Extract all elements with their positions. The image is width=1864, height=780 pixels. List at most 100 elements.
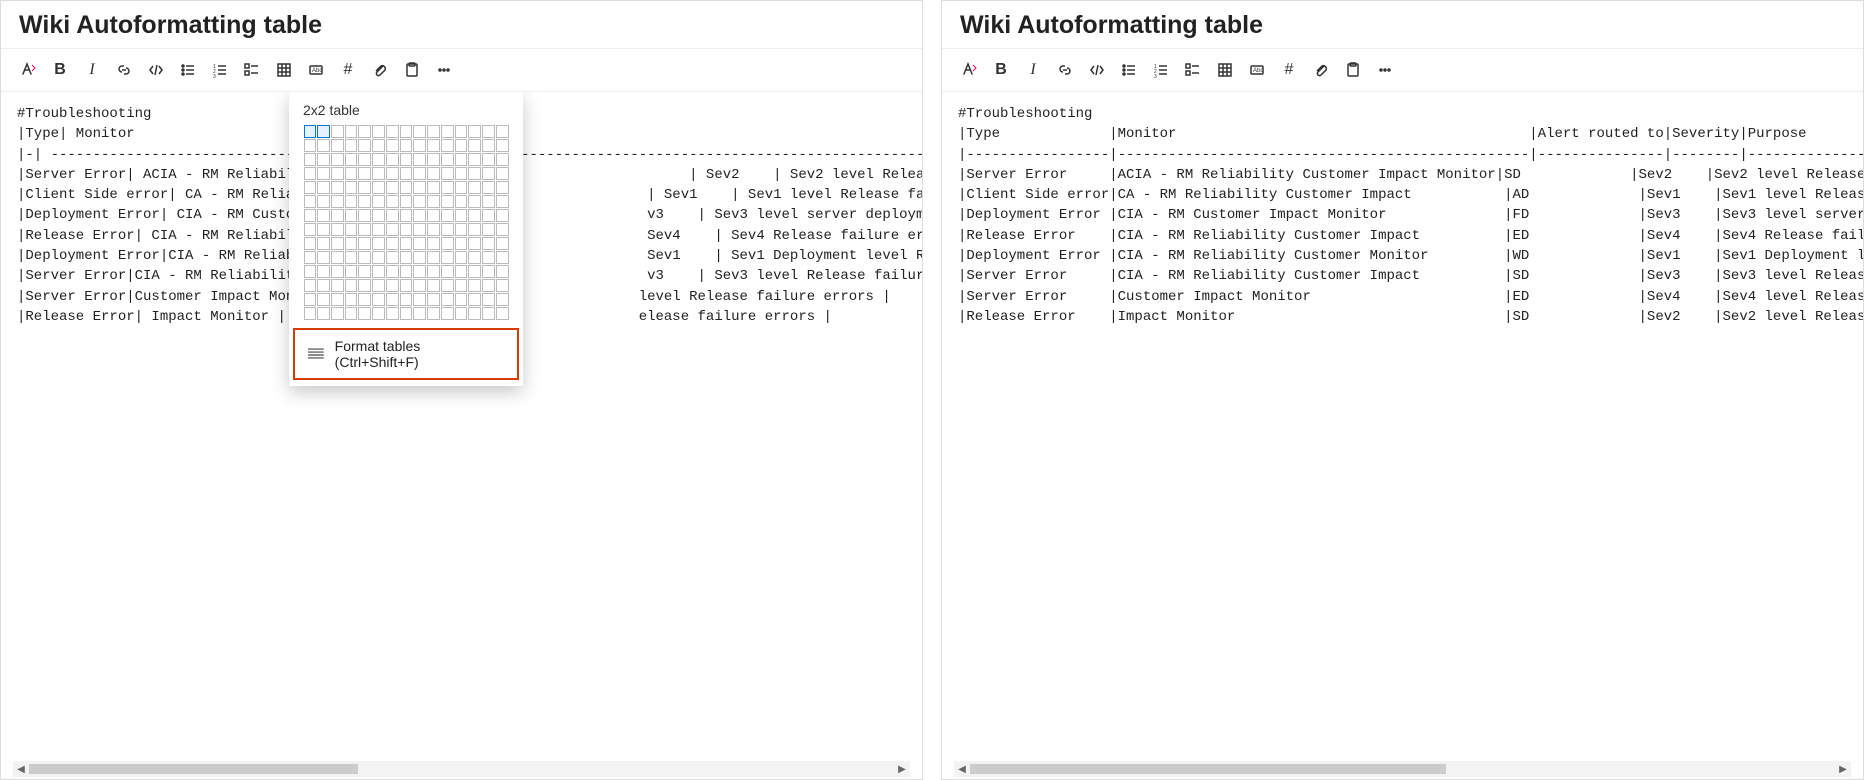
table-grid-cell[interactable]: [331, 153, 344, 166]
table-grid-cell[interactable]: [317, 181, 330, 194]
table-grid-cell[interactable]: [441, 251, 454, 264]
table-grid-cell[interactable]: [482, 181, 495, 194]
table-grid-cell[interactable]: [441, 307, 454, 320]
table-grid-cell[interactable]: [441, 237, 454, 250]
table-grid-cell[interactable]: [345, 139, 358, 152]
table-grid-cell[interactable]: [358, 293, 371, 306]
table-grid-cell[interactable]: [427, 251, 440, 264]
mention-button[interactable]: Abc: [301, 55, 331, 85]
table-grid-cell[interactable]: [317, 195, 330, 208]
table-grid-cell[interactable]: [468, 181, 481, 194]
table-button[interactable]: [269, 55, 299, 85]
numbered-list-button[interactable]: 123: [1146, 55, 1176, 85]
table-grid-cell[interactable]: [345, 125, 358, 138]
table-grid-cell[interactable]: [427, 293, 440, 306]
table-grid-cell[interactable]: [345, 195, 358, 208]
table-grid-cell[interactable]: [400, 307, 413, 320]
table-grid-cell[interactable]: [413, 195, 426, 208]
table-grid-cell[interactable]: [400, 195, 413, 208]
table-grid-cell[interactable]: [455, 153, 468, 166]
table-grid-cell[interactable]: [317, 223, 330, 236]
table-grid-cell[interactable]: [304, 293, 317, 306]
table-grid-cell[interactable]: [413, 125, 426, 138]
table-grid-cell[interactable]: [400, 153, 413, 166]
table-grid-cell[interactable]: [386, 167, 399, 180]
table-grid-cell[interactable]: [455, 209, 468, 222]
table-grid-cell[interactable]: [317, 167, 330, 180]
table-grid-cell[interactable]: [441, 209, 454, 222]
table-grid-cell[interactable]: [386, 279, 399, 292]
table-grid-cell[interactable]: [358, 237, 371, 250]
table-grid-cell[interactable]: [400, 139, 413, 152]
table-grid-cell[interactable]: [455, 125, 468, 138]
table-grid-cell[interactable]: [468, 139, 481, 152]
table-grid-cell[interactable]: [482, 167, 495, 180]
table-grid-cell[interactable]: [427, 195, 440, 208]
table-grid-cell[interactable]: [358, 223, 371, 236]
table-grid-cell[interactable]: [345, 209, 358, 222]
table-grid-cell[interactable]: [304, 265, 317, 278]
paste-button[interactable]: [397, 55, 427, 85]
table-grid-cell[interactable]: [496, 237, 509, 250]
italic-button[interactable]: I: [1018, 55, 1048, 85]
table-grid-cell[interactable]: [427, 139, 440, 152]
table-grid-cell[interactable]: [427, 265, 440, 278]
table-grid-cell[interactable]: [413, 181, 426, 194]
table-grid-cell[interactable]: [386, 223, 399, 236]
table-grid-cell[interactable]: [304, 307, 317, 320]
table-grid-cell[interactable]: [400, 125, 413, 138]
table-button[interactable]: [1210, 55, 1240, 85]
table-grid-cell[interactable]: [482, 139, 495, 152]
table-grid-cell[interactable]: [345, 307, 358, 320]
table-grid-cell[interactable]: [413, 139, 426, 152]
table-grid-cell[interactable]: [468, 125, 481, 138]
table-grid-cell[interactable]: [317, 153, 330, 166]
table-grid-cell[interactable]: [345, 237, 358, 250]
scroll-track[interactable]: [970, 763, 1835, 775]
table-grid-cell[interactable]: [482, 307, 495, 320]
table-grid-cell[interactable]: [331, 209, 344, 222]
table-grid-cell[interactable]: [345, 223, 358, 236]
table-grid-cell[interactable]: [496, 307, 509, 320]
table-grid-cell[interactable]: [496, 209, 509, 222]
table-grid-cell[interactable]: [304, 125, 317, 138]
table-grid-cell[interactable]: [386, 265, 399, 278]
scroll-track[interactable]: [29, 763, 894, 775]
table-grid-cell[interactable]: [427, 181, 440, 194]
table-grid-cell[interactable]: [441, 279, 454, 292]
italic-button[interactable]: I: [77, 55, 107, 85]
table-grid-cell[interactable]: [482, 125, 495, 138]
table-grid-cell[interactable]: [345, 293, 358, 306]
editor-area[interactable]: #Troubleshooting |Type |Monitor |Alert r…: [942, 92, 1863, 779]
table-grid-cell[interactable]: [386, 125, 399, 138]
checklist-button[interactable]: [237, 55, 267, 85]
table-grid-cell[interactable]: [468, 251, 481, 264]
table-grid-cell[interactable]: [400, 209, 413, 222]
table-grid-cell[interactable]: [496, 293, 509, 306]
table-grid-cell[interactable]: [358, 251, 371, 264]
table-grid-cell[interactable]: [400, 223, 413, 236]
table-grid-cell[interactable]: [468, 265, 481, 278]
table-grid-cell[interactable]: [317, 307, 330, 320]
table-grid-cell[interactable]: [317, 265, 330, 278]
header-button[interactable]: #: [1274, 55, 1304, 85]
table-grid-cell[interactable]: [331, 195, 344, 208]
table-grid-cell[interactable]: [441, 223, 454, 236]
header-button[interactable]: #: [333, 55, 363, 85]
table-grid-cell[interactable]: [304, 139, 317, 152]
table-grid-cell[interactable]: [358, 153, 371, 166]
checklist-button[interactable]: [1178, 55, 1208, 85]
table-grid-cell[interactable]: [468, 279, 481, 292]
table-grid-cell[interactable]: [413, 293, 426, 306]
link-button[interactable]: [109, 55, 139, 85]
code-button[interactable]: [141, 55, 171, 85]
table-grid-cell[interactable]: [386, 153, 399, 166]
table-grid-cell[interactable]: [372, 237, 385, 250]
table-grid-cell[interactable]: [441, 153, 454, 166]
table-grid-cell[interactable]: [386, 307, 399, 320]
attach-button[interactable]: [365, 55, 395, 85]
table-grid-cell[interactable]: [317, 237, 330, 250]
table-grid-cell[interactable]: [455, 223, 468, 236]
table-grid-cell[interactable]: [441, 195, 454, 208]
table-grid-cell[interactable]: [468, 223, 481, 236]
